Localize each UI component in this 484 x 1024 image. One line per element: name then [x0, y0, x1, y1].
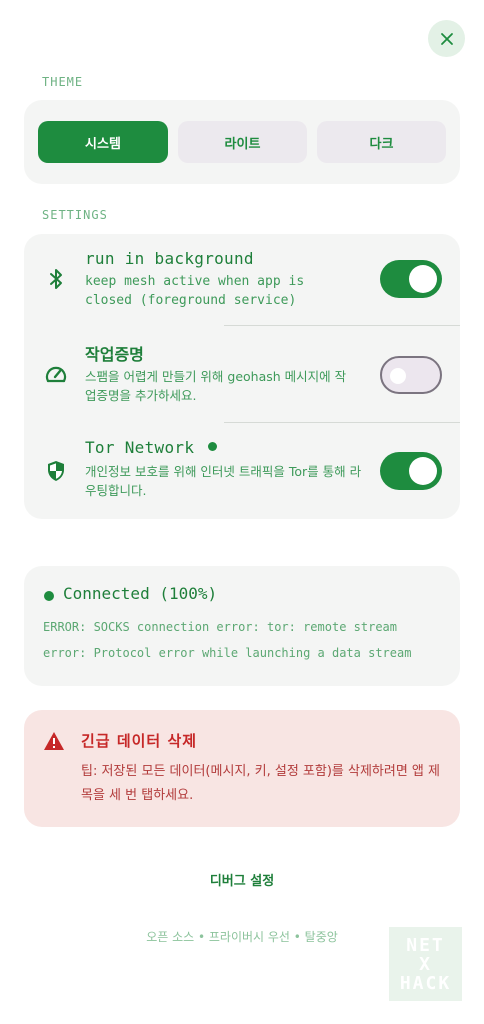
panic-wipe-card[interactable]: 긴급 데이터 삭제 팁: 저장된 모든 데이터(메시지, 키, 설정 포함)를 … [24, 710, 460, 827]
toggle-knob [409, 265, 437, 293]
pow-toggle[interactable] [380, 356, 442, 394]
setting-title: 작업증명 [85, 345, 144, 364]
setting-description: keep mesh active when app is closed (for… [85, 274, 305, 308]
settings-card: run in background keep mesh active when … [24, 234, 460, 519]
setting-description: 개인정보 보호를 위해 인터넷 트래픽을 Tor를 통해 라우팅합니다. [85, 464, 362, 498]
settings-sheet: THEME 시스템 라이트 다크 SETTINGS run in backgro… [0, 0, 484, 1024]
theme-card: 시스템 라이트 다크 [24, 100, 460, 184]
watermark-logo: NET X HACK [389, 927, 462, 1001]
theme-dark-button[interactable]: 다크 [317, 121, 446, 163]
theme-section-label: THEME [42, 75, 84, 89]
close-button[interactable] [428, 20, 465, 57]
tor-status-dot [208, 442, 218, 451]
setting-title: run in background [85, 249, 254, 268]
toggle-knob [390, 368, 406, 384]
setting-row-background: run in background keep mesh active when … [24, 234, 460, 326]
background-toggle[interactable] [380, 260, 442, 298]
theme-system-button[interactable]: 시스템 [38, 121, 168, 163]
status-indicator [44, 591, 54, 601]
theme-light-button[interactable]: 라이트 [178, 121, 307, 163]
panic-description: 팁: 저장된 모든 데이터(메시지, 키, 설정 포함)를 삭제하려면 앱 제목… [81, 764, 440, 803]
tor-status-text: Connected (100%) [63, 584, 218, 603]
tor-status-card: Connected (100%) ERROR: SOCKS connection… [24, 566, 460, 686]
panic-title: 긴급 데이터 삭제 [81, 732, 198, 750]
tor-title-text: Tor Network [85, 438, 195, 457]
watermark-line: NET [406, 934, 445, 956]
watermark-line: HACK [399, 972, 452, 994]
settings-section-label: SETTINGS [42, 208, 108, 222]
speedometer-icon [45, 366, 67, 383]
shield-icon [48, 461, 64, 481]
error-line: ERROR: SOCKS connection error: tor: remo… [43, 620, 398, 634]
setting-description: 스팸을 어렵게 만들기 위해 geohash 메시지에 작업증명을 추가하세요. [85, 369, 347, 403]
watermark-line: X [419, 953, 432, 975]
debug-settings-link[interactable]: 디버그 설정 [0, 870, 484, 889]
tor-toggle[interactable] [380, 452, 442, 490]
bluetooth-icon [50, 269, 62, 289]
warning-icon [44, 732, 64, 750]
close-icon [440, 32, 453, 45]
setting-row-tor: Tor Network 개인정보 보호를 위해 인터넷 트래픽을 Tor를 통해… [24, 422, 460, 519]
error-line: error: Protocol error while launching a … [43, 646, 412, 660]
setting-title: Tor Network [85, 438, 218, 457]
setting-row-pow: 작업증명 스팸을 어렵게 만들기 위해 geohash 메시지에 작업증명을 추… [24, 326, 460, 422]
toggle-knob [409, 457, 437, 485]
